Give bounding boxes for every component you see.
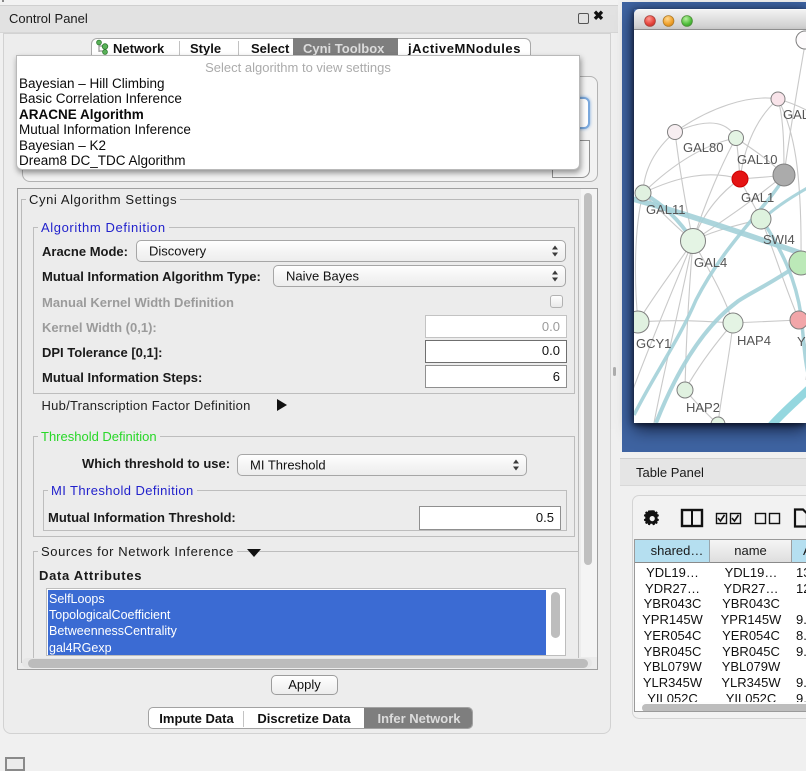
svg-text:SWI4: SWI4	[763, 232, 795, 247]
svg-text:HAP2: HAP2	[686, 400, 720, 415]
svg-text:Y: Y	[797, 334, 806, 349]
svg-text:GAL11: GAL11	[646, 202, 686, 217]
svg-text:HAP4: HAP4	[737, 333, 771, 348]
svg-text:GCY1: GCY1	[636, 336, 671, 351]
svg-text:GAL1: GAL1	[741, 190, 774, 205]
svg-text:GAL80: GAL80	[683, 140, 723, 155]
svg-text:GAL2: GAL2	[783, 107, 806, 122]
svg-text:GAL4: GAL4	[694, 255, 727, 270]
svg-text:GAL10: GAL10	[737, 152, 777, 167]
